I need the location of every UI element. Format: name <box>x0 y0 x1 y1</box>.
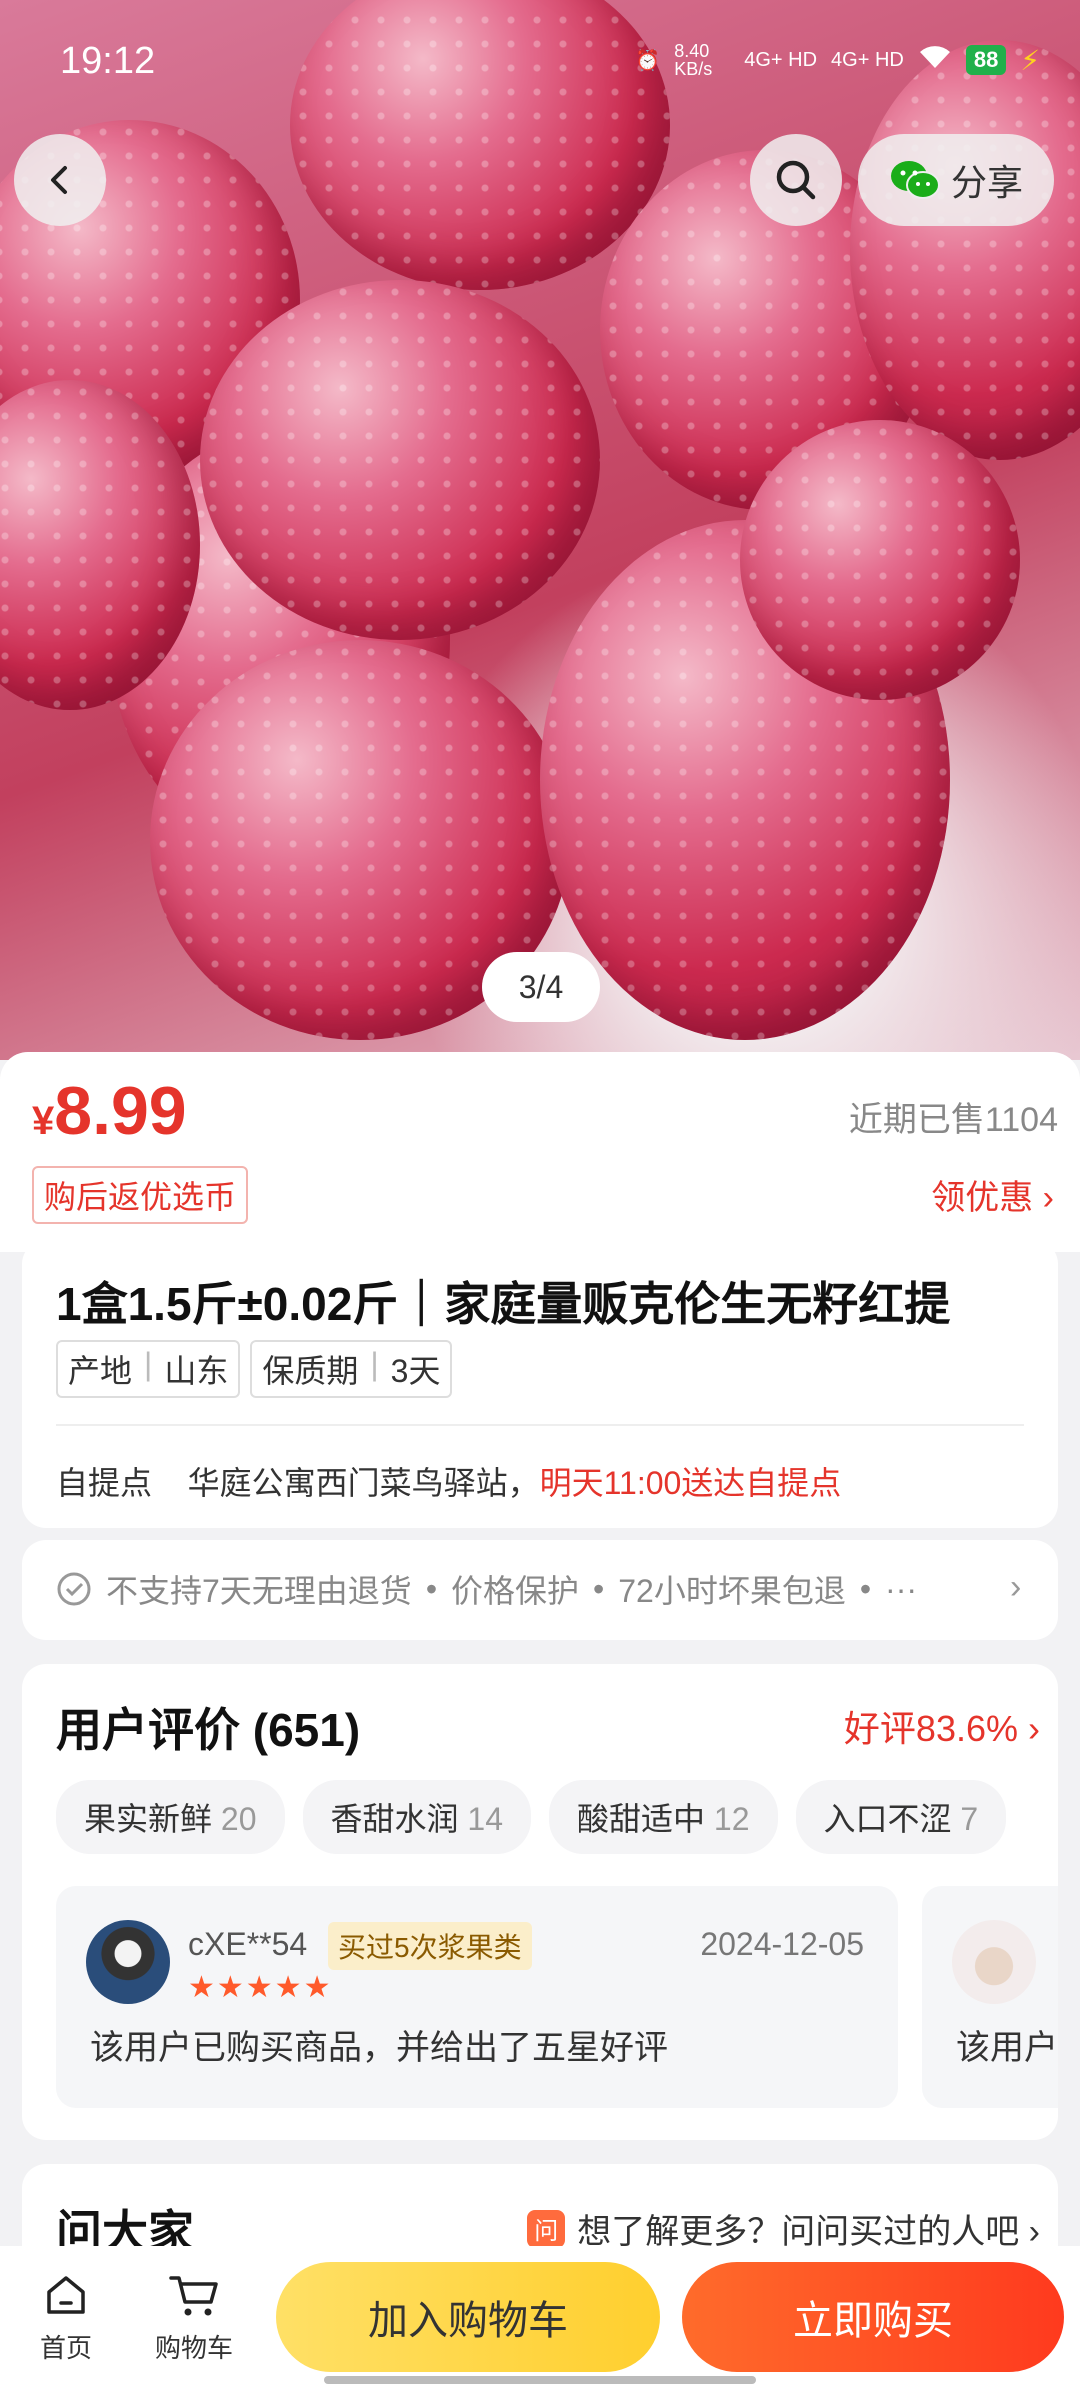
review-chip[interactable]: 酸甜适中 12 <box>549 1780 778 1854</box>
review-chips: 果实新鲜 20 香甜水润 14 酸甜适中 12 入口不涩 7 <box>56 1780 1007 1854</box>
add-to-cart-button[interactable]: 加入购物车 <box>276 2262 660 2372</box>
reviewer-name: cXE**54 <box>188 1926 308 1962</box>
signal-2: 4G+ HD <box>831 48 904 71</box>
share-button[interactable]: 分享 <box>858 134 1054 226</box>
back-button[interactable] <box>14 134 106 226</box>
search-button[interactable] <box>750 134 842 226</box>
question-icon: 问 <box>527 2209 566 2248</box>
alarm-icon: ⏰ <box>635 49 661 72</box>
service-item: 价格保护 <box>451 1573 580 1609</box>
wechat-icon <box>890 161 940 199</box>
price: ¥8.99 <box>32 1072 187 1150</box>
status-icons: ⏰ 8.40 KB/s 4G+ HD 4G+ HD 88 ⚡ <box>635 42 1040 78</box>
nav-home[interactable]: 首页 <box>16 2270 116 2365</box>
grape-shape <box>200 280 600 640</box>
chevron-right-icon: › <box>1010 1568 1022 1606</box>
divider <box>56 1424 1024 1426</box>
product-title: 1盒1.5斤±0.02斤｜家庭量贩克伦生无籽红提 <box>56 1278 951 1330</box>
currency-symbol: ¥ <box>32 1099 55 1143</box>
review-date: 2024-12-05 <box>700 1926 864 1962</box>
avatar <box>952 1920 1036 2004</box>
wifi-icon <box>918 44 952 76</box>
tag-value: 3天 <box>390 1353 441 1389</box>
reviews-title: 用户评价 (651) <box>56 1704 361 1756</box>
price-value: 8.99 <box>54 1073 187 1149</box>
home-icon <box>47 2276 85 2314</box>
product-tags: 产地 | 山东 保质期 | 3天 <box>56 1340 453 1398</box>
review-card[interactable]: 该用户 <box>922 1886 1058 2108</box>
tag-origin: 产地 | 山东 <box>56 1340 241 1398</box>
charging-icon: ⚡ <box>1020 44 1040 76</box>
service-item: 不支持7天无理由退货 <box>106 1573 412 1609</box>
service-item: ··· <box>885 1570 918 1607</box>
pickup-label: 自提点 <box>56 1465 153 1501</box>
tag-value: 山东 <box>164 1353 229 1389</box>
chevron-left-icon <box>51 166 67 194</box>
good-rate-link[interactable]: 好评83.6% › <box>844 1700 1040 1752</box>
service-list[interactable]: 不支持7天无理由退货 • 价格保护 • 72小时坏果包退 • ··· <box>56 1566 917 1612</box>
signal-1: 4G+ HD <box>744 48 818 71</box>
coin-badge: 购后返优选币 <box>32 1166 249 1224</box>
review-chip[interactable]: 香甜水润 14 <box>302 1780 531 1854</box>
pickup-place: 华庭公寓西门菜鸟驿站， <box>187 1465 540 1501</box>
nav-cart[interactable]: 购物车 <box>144 2270 244 2365</box>
nav-cart-label: 购物车 <box>154 2333 233 2363</box>
cart-icon <box>169 2276 218 2316</box>
service-item: 72小时坏果包退 <box>618 1573 846 1609</box>
search-icon <box>776 160 816 200</box>
review-text: 该用户已购买商品，并给出了五星好评 <box>90 2029 668 2067</box>
sold-count: 近期已售1104 <box>848 1101 1058 1139</box>
tag-shelf-life: 保质期 | 3天 <box>250 1340 453 1398</box>
tag-key: 保质期 <box>262 1353 359 1389</box>
home-indicator <box>324 2376 756 2384</box>
product-image[interactable]: 19:12 ⏰ 8.40 KB/s 4G+ HD 4G+ HD 88 ⚡ 分享 … <box>0 0 1080 1060</box>
share-label: 分享 <box>950 162 1023 203</box>
grape-shape <box>740 420 1020 700</box>
net-speed: 8.40 KB/s <box>674 41 713 79</box>
price-section: ¥8.99 近期已售1104 购后返优选币 领优惠 › <box>0 1052 1080 1252</box>
status-bar: 19:12 ⏰ 8.40 KB/s 4G+ HD 4G+ HD 88 ⚡ <box>0 0 1080 120</box>
check-circle-icon <box>57 1572 91 1606</box>
battery-level: 88 <box>965 45 1007 75</box>
review-chip[interactable]: 入口不涩 7 <box>795 1780 1007 1854</box>
review-text: 该用户 <box>956 2029 1058 2067</box>
pickup-info[interactable]: 自提点 华庭公寓西门菜鸟驿站，明天11:00送达自提点 <box>56 1458 841 1504</box>
status-time: 19:12 <box>60 40 156 82</box>
avatar <box>86 1920 170 2004</box>
buy-now-button[interactable]: 立即购买 <box>682 2262 1064 2372</box>
pickup-time: 明天11:00送达自提点 <box>539 1465 842 1501</box>
tag-key: 产地 <box>68 1353 133 1389</box>
nav-home-label: 首页 <box>39 2333 92 2363</box>
review-chip[interactable]: 果实新鲜 20 <box>56 1780 285 1854</box>
review-card[interactable]: cXE**54 买过5次浆果类 ★★★★★ 2024-12-05 该用户已购买商… <box>56 1886 898 2108</box>
purchase-badge: 买过5次浆果类 <box>328 1922 532 1970</box>
image-pager: 3/4 <box>482 952 600 1022</box>
star-rating: ★★★★★ <box>188 1971 333 2004</box>
coupon-link[interactable]: 领优惠 › <box>931 1170 1054 1219</box>
bottom-bar: 首页 购物车 加入购物车 立即购买 <box>0 2246 1080 2392</box>
